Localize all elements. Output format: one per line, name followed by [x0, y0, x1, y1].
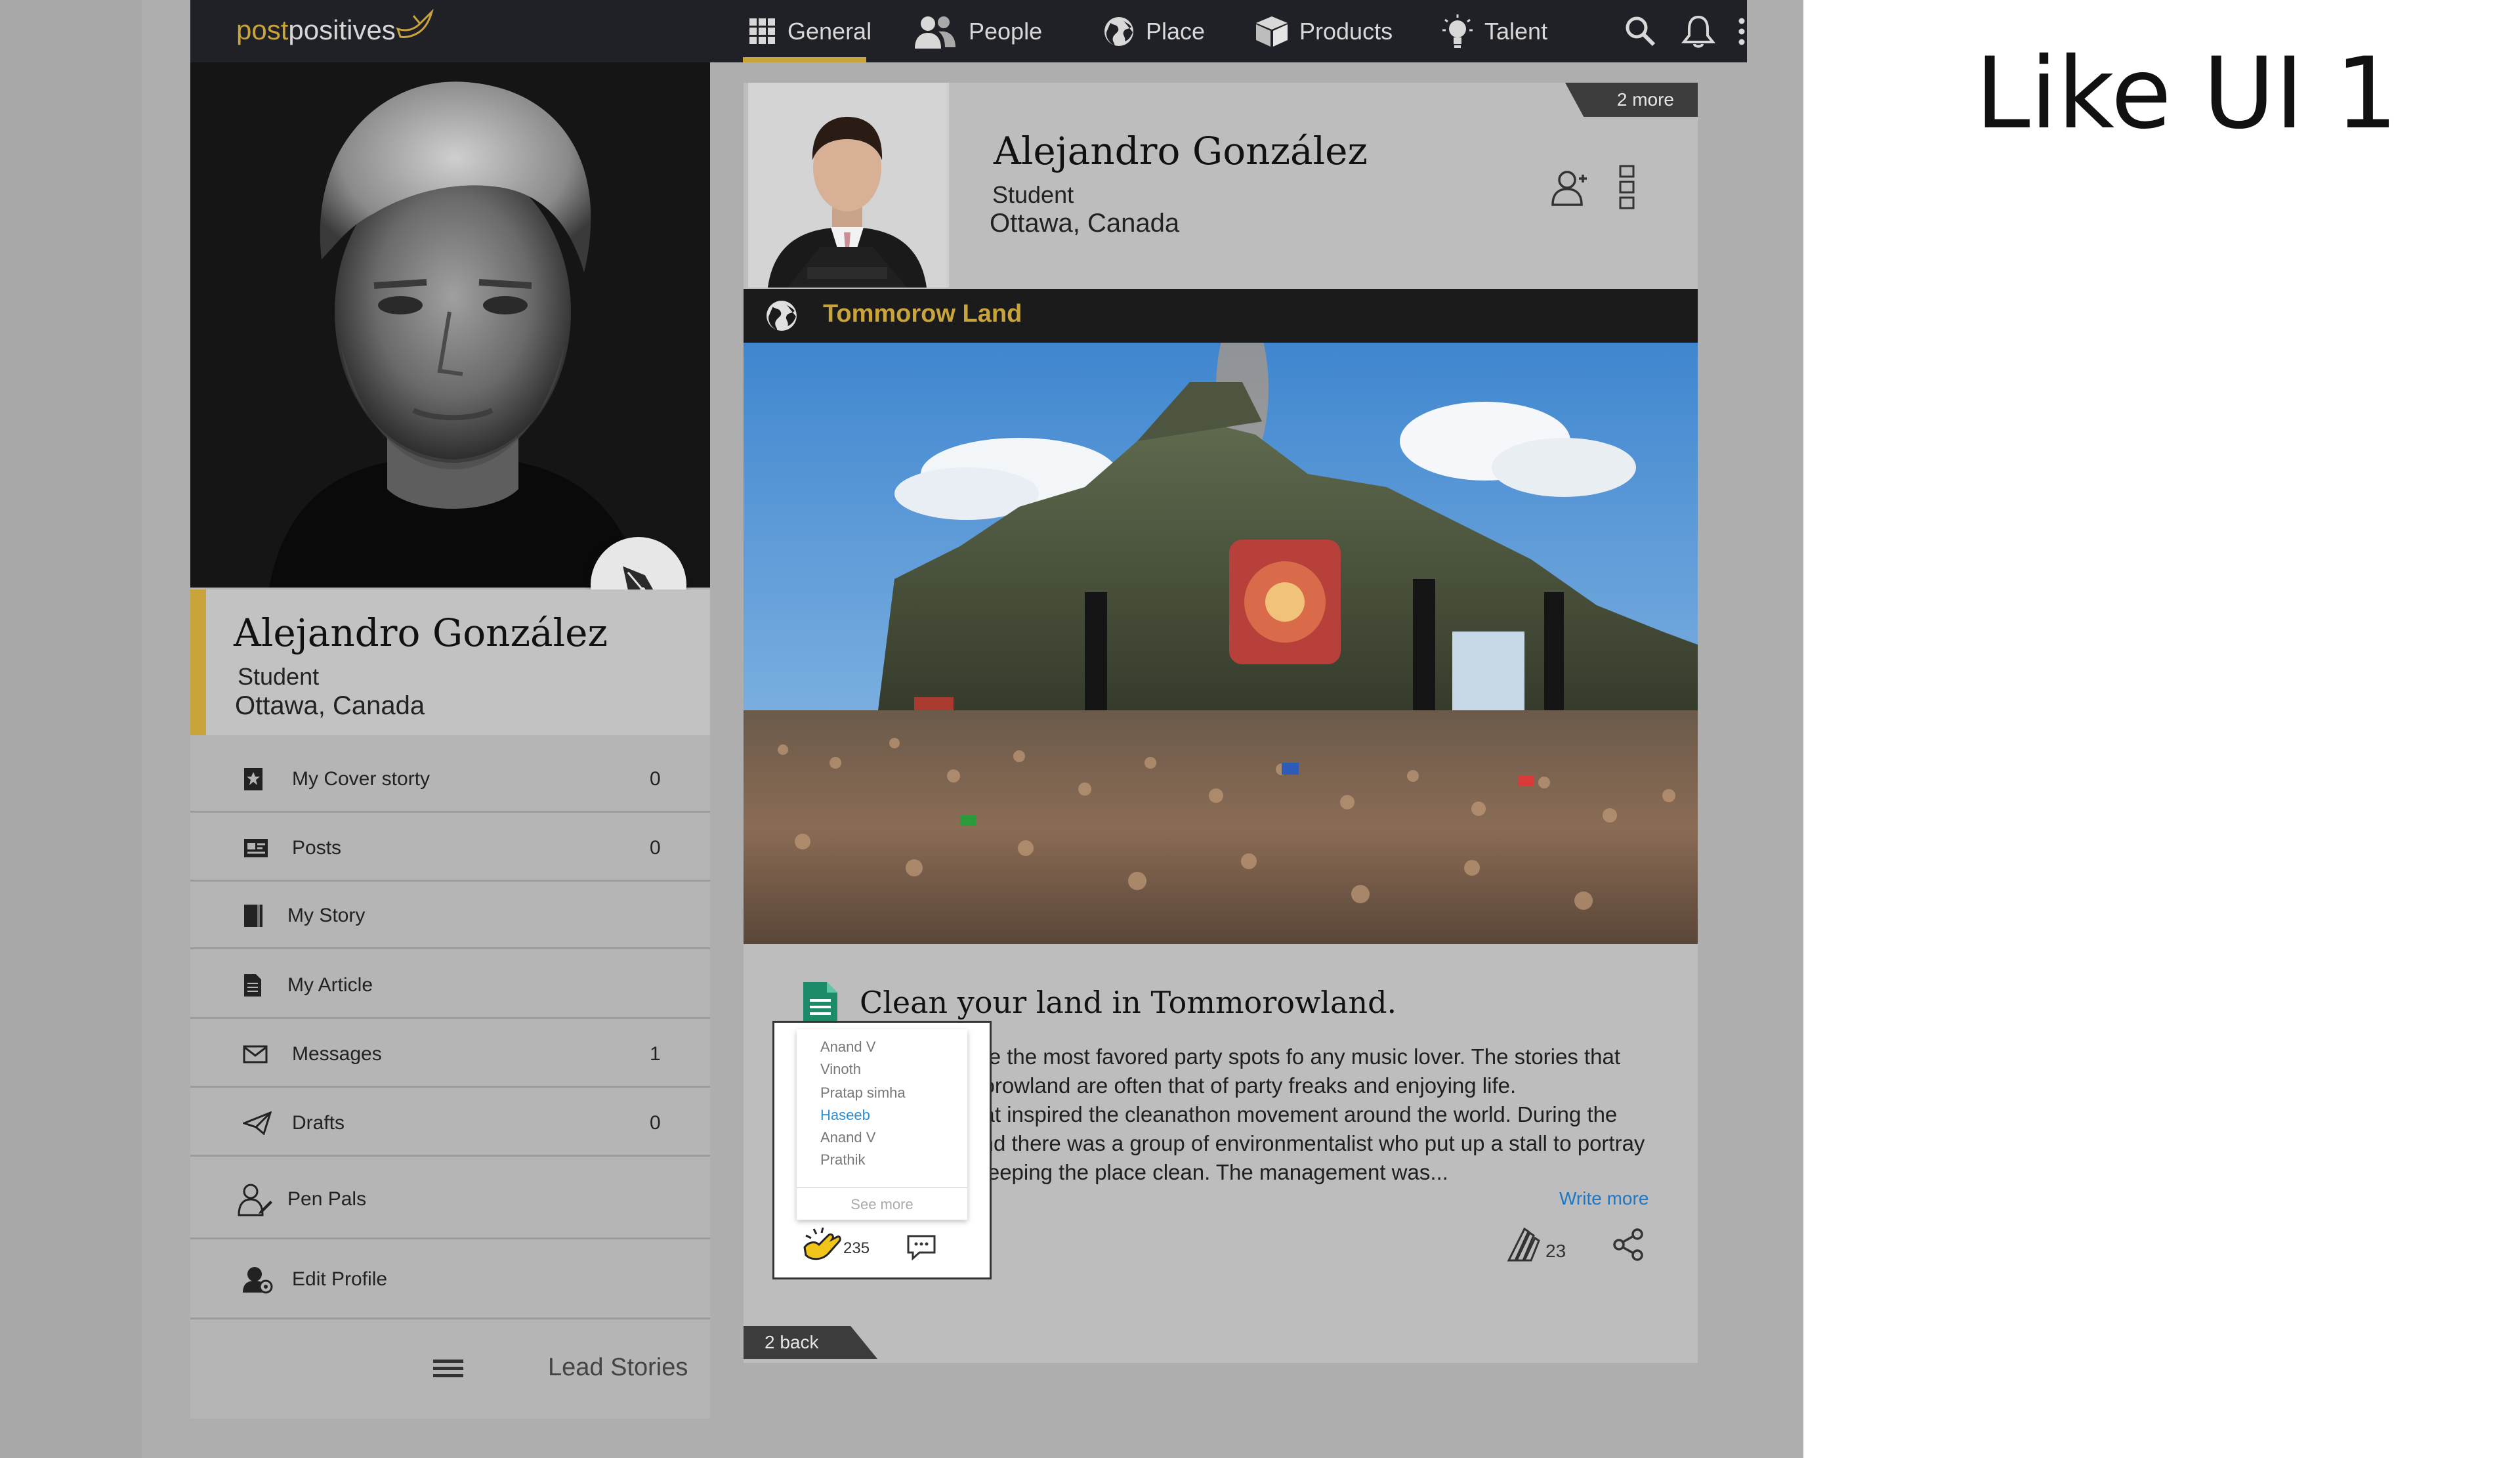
profile-name[interactable]: Alejandro González — [234, 611, 608, 655]
box-icon — [1256, 16, 1288, 47]
sidebar-item-messages[interactable]: Messages 1 — [190, 1022, 710, 1088]
sidebar-item-label: Pen Pals — [287, 1188, 367, 1210]
article-line: one the most favored party spots fo any … — [965, 1044, 1621, 1069]
sidebar-item-my-article[interactable]: My Article — [190, 953, 710, 1019]
sidebar-item-label: Posts — [292, 836, 342, 859]
search-icon[interactable] — [1624, 14, 1656, 47]
sidebar-item-my-story[interactable]: My Story — [190, 884, 710, 949]
nav-active-indicator — [743, 57, 866, 62]
place-name[interactable]: Tommorow Land — [823, 300, 1022, 328]
author-role: Student — [992, 181, 1074, 208]
sidebar-item-count: 0 — [650, 836, 661, 859]
article-icon — [244, 974, 261, 997]
sidebar-item-count: 1 — [650, 1042, 661, 1065]
people-icon — [915, 16, 956, 49]
paper-plane-icon — [243, 1111, 272, 1135]
more-posts-tag[interactable]: 2 more — [1565, 83, 1698, 117]
likers-list: Anand V Vinoth Pratap simha Haseeb Anand… — [797, 1029, 967, 1220]
nav-tab-general[interactable]: General — [748, 0, 872, 62]
nav-tab-label: Place — [1146, 17, 1206, 45]
clap-like-icon[interactable] — [802, 1228, 841, 1262]
follow-user-icon[interactable] — [1550, 169, 1589, 206]
liker-name-highlighted[interactable]: Haseeb — [820, 1107, 870, 1124]
more-posts-label: 2 more — [1616, 89, 1674, 110]
bell-icon[interactable] — [1680, 14, 1717, 49]
profile-role: Student — [238, 663, 320, 690]
article-line: that inspired the cleanathon movement ar… — [965, 1102, 1618, 1126]
liker-name[interactable]: Vinoth — [820, 1061, 861, 1078]
like-count[interactable]: 235 — [843, 1239, 870, 1258]
nav-tab-talent[interactable]: Talent — [1441, 0, 1547, 62]
globe-icon — [766, 301, 797, 331]
nav-tab-people[interactable]: People — [912, 0, 1042, 62]
pen-pals-icon — [238, 1184, 272, 1216]
hamburger-icon[interactable] — [433, 1360, 463, 1378]
article-line: f keeping the place clean. The managemen… — [965, 1160, 1448, 1184]
posts-icon — [244, 838, 268, 857]
sidebar-item-label: Edit Profile — [292, 1268, 388, 1290]
sidebar-item-pen-pals[interactable]: Pen Pals — [190, 1161, 710, 1239]
nav-tab-label: Talent — [1484, 17, 1548, 45]
envelope-icon — [243, 1045, 268, 1063]
grid-icon — [749, 18, 775, 44]
logo-text-post: post — [236, 14, 289, 45]
profile-location: Ottawa, Canada — [235, 691, 425, 720]
article-line: morowland are often that of party freaks… — [965, 1073, 1517, 1098]
post-options-icon[interactable] — [1618, 164, 1635, 210]
sidebar-item-label: My Cover storty — [292, 767, 430, 790]
sidebar-item-edit-profile[interactable]: Edit Profile — [190, 1241, 710, 1319]
edit-profile-icon — [243, 1266, 273, 1293]
author-portrait-image — [748, 83, 946, 288]
avatar-divider — [946, 83, 949, 288]
author-location: Ottawa, Canada — [990, 209, 1180, 238]
see-more-divider — [797, 1187, 967, 1188]
kebab-menu-icon[interactable] — [1735, 14, 1748, 49]
sidebar-item-count: 0 — [650, 767, 661, 790]
globe-icon — [1104, 16, 1133, 46]
lightbulb-icon — [1442, 14, 1473, 48]
sidebar-item-label: Messages — [292, 1042, 382, 1065]
back-posts-label: 2 back — [765, 1332, 819, 1352]
profile-portrait-image — [190, 62, 710, 588]
profile-accent-bar — [190, 590, 206, 735]
see-more-button[interactable]: See more — [797, 1196, 967, 1213]
sidebar-item-label: My Article — [287, 974, 373, 996]
author-avatar[interactable] — [748, 83, 946, 288]
nav-tab-label: Products — [1299, 17, 1393, 45]
cover-story-icon — [244, 767, 262, 790]
profile-photo[interactable] — [190, 62, 710, 588]
sidebar-item-label: Drafts — [292, 1111, 345, 1134]
article-document-icon — [803, 982, 837, 1024]
tribute-count: 23 — [1545, 1241, 1566, 1261]
article-excerpt: one the most favored party spots fo any … — [965, 1042, 1660, 1187]
book-icon — [244, 904, 262, 927]
festival-stage-photo — [744, 343, 1698, 944]
tribute-hands-icon[interactable] — [1506, 1226, 1543, 1262]
author-name[interactable]: Alejandro González — [994, 129, 1368, 173]
logo-text-positives: positives — [288, 14, 396, 45]
liker-name[interactable]: Anand V — [820, 1039, 875, 1056]
sidebar-item-posts[interactable]: Posts 0 — [190, 816, 710, 882]
liker-name[interactable]: Anand V — [820, 1129, 875, 1146]
comment-icon[interactable] — [906, 1234, 936, 1260]
liker-name[interactable]: Prathik — [820, 1151, 865, 1169]
sidebar-item-count: 0 — [650, 1111, 661, 1134]
nav-tab-label: General — [788, 17, 872, 45]
nav-tab-place[interactable]: Place — [1102, 0, 1205, 62]
slide-title: Like UI 1 — [1975, 37, 2398, 151]
share-icon[interactable] — [1611, 1228, 1645, 1262]
lead-stories-label[interactable]: Lead Stories — [548, 1354, 688, 1382]
post-hero-image[interactable] — [744, 343, 1698, 944]
dove-icon — [396, 9, 434, 38]
sidebar-item-cover-story[interactable]: My Cover storty 0 — [190, 747, 710, 813]
write-more-link[interactable]: Write more — [1559, 1188, 1648, 1209]
sidebar-item-label: My Story — [287, 904, 366, 926]
app-logo[interactable]: postpositives — [236, 14, 396, 46]
article-line: land there was a group of environmentali… — [965, 1131, 1645, 1155]
article-title[interactable]: Clean your land in Tommorowland. — [860, 985, 1396, 1020]
nav-tab-products[interactable]: Products — [1255, 0, 1393, 62]
nav-tab-label: People — [969, 17, 1043, 45]
sidebar-item-drafts[interactable]: Drafts 0 — [190, 1091, 710, 1157]
liker-name[interactable]: Pratap simha — [820, 1084, 906, 1102]
